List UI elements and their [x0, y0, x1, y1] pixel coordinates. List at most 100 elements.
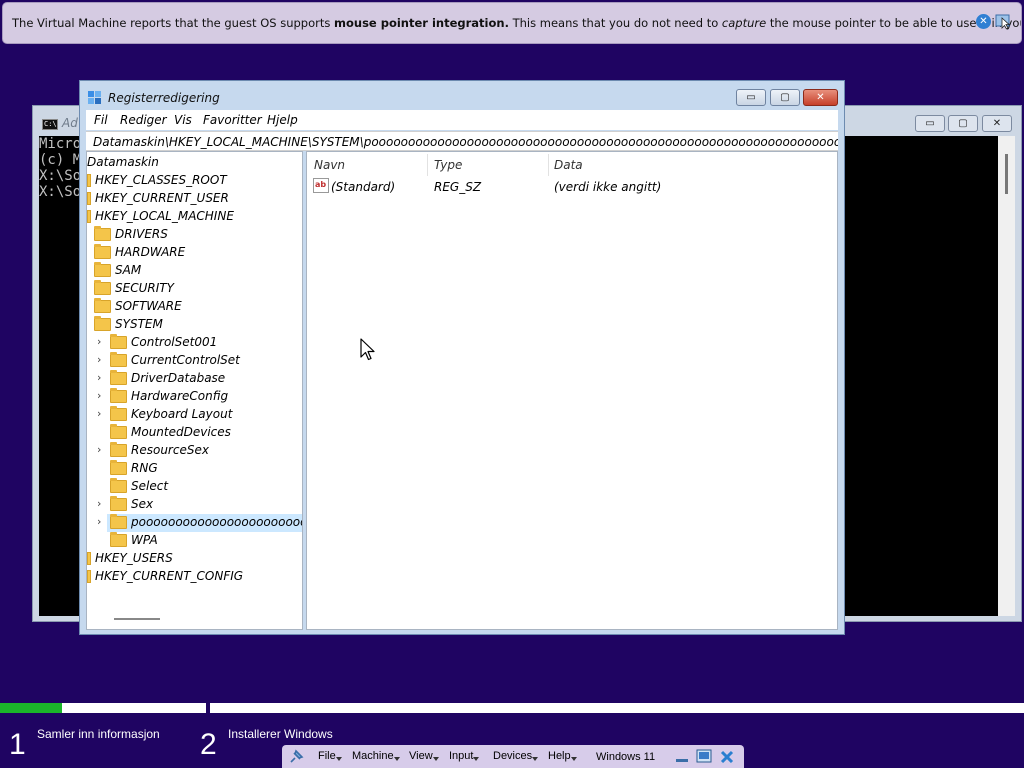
tree-item-hkey-local-machine[interactable]: HKEY_LOCAL_MACHINE	[87, 207, 234, 225]
tree-item-label: SECURITY	[115, 281, 174, 295]
tree-item-label: ResourceSex	[131, 443, 209, 457]
tree-item-software[interactable]: SOFTWARE	[94, 297, 182, 315]
regedit-titlebar[interactable]: Registerredigering ▭ ▢ ✕	[80, 81, 844, 111]
tree-item-keyboard-layout[interactable]: Keyboard Layout	[110, 405, 232, 423]
menu-rediger[interactable]: Rediger	[120, 113, 167, 127]
menu-view[interactable]: View	[409, 750, 439, 762]
registry-editor-window[interactable]: Registerredigering ▭ ▢ ✕ Fil Rediger Vis…	[79, 80, 845, 635]
folder-icon	[110, 351, 127, 367]
regedit-close-button[interactable]: ✕	[803, 89, 838, 106]
tree-item-datamaskin[interactable]: Datamaskin	[87, 153, 159, 171]
cmd-scroll-thumb[interactable]	[1005, 154, 1008, 194]
column-divider[interactable]	[548, 154, 549, 176]
tree-item-hkey-classes-root[interactable]: HKEY_CLASSES_ROOT	[87, 171, 227, 189]
tree-item-label: HKEY_LOCAL_MACHINE	[95, 209, 234, 223]
tree-item-label: Select	[131, 479, 169, 493]
registry-editor-icon	[88, 91, 101, 104]
expand-chevron-icon[interactable]: ›	[97, 335, 107, 348]
tree-item-rng[interactable]: RNG	[110, 459, 158, 477]
tree-item-resourcesex[interactable]: ResourceSex	[110, 441, 209, 459]
setup-progress-bar	[0, 703, 1024, 713]
setup-progress-fill	[0, 703, 62, 713]
tree-item-driverdatabase[interactable]: DriverDatabase	[110, 369, 225, 387]
column-header-type[interactable]: Type	[434, 158, 462, 172]
expand-chevron-icon[interactable]: ›	[97, 497, 107, 510]
close-vm-icon[interactable]	[719, 749, 735, 765]
tree-item-label: WPA	[131, 533, 158, 547]
value-type: REG_SZ	[434, 180, 482, 194]
tree-item-label: SOFTWARE	[115, 299, 182, 313]
cmd-scrollbar[interactable]	[998, 136, 1015, 616]
tree-item-hkey-users[interactable]: HKEY_USERS	[87, 549, 173, 567]
cmd-close-button[interactable]: ✕	[982, 115, 1012, 132]
column-header-data[interactable]: Data	[554, 158, 583, 172]
pin-icon[interactable]	[288, 749, 304, 765]
tree-item-controlset001[interactable]: ControlSet001	[110, 333, 217, 351]
tree-horizontal-scrollbar[interactable]	[114, 618, 160, 620]
tree-item-label: HARDWARE	[115, 245, 186, 259]
folder-icon	[110, 459, 127, 475]
tree-item-label: SAM	[115, 263, 142, 277]
tree-item-wpa[interactable]: WPA	[110, 531, 158, 549]
tree-item-hkey-current-user[interactable]: HKEY_CURRENT_USER	[87, 189, 229, 207]
tree-item-label: pooooooooooooooooooooooooooo	[131, 515, 302, 529]
address-bar[interactable]: Datamaskin\HKEY_LOCAL_MACHINE\SYSTEM\poo…	[86, 131, 838, 151]
tree-item-label: CurrentControlSet	[131, 353, 240, 367]
tree-item-hkey-current-config[interactable]: HKEY_CURRENT_CONFIG	[87, 567, 243, 585]
regedit-maximize-button[interactable]: ▢	[770, 89, 800, 106]
menu-machine[interactable]: Machine	[352, 750, 400, 762]
tree-item-hardwareconfig[interactable]: HardwareConfig	[110, 387, 228, 405]
column-divider[interactable]	[427, 154, 428, 176]
tree-item-security[interactable]: SECURITY	[94, 279, 174, 297]
exit-fullscreen-icon[interactable]	[696, 749, 712, 765]
menu-favoritter[interactable]: Favoritter	[203, 113, 262, 127]
expand-chevron-icon[interactable]: ›	[97, 389, 107, 402]
registry-values-list[interactable]: Navn Type Data ab (Standard) REG_SZ (ver…	[306, 151, 838, 630]
tree-item-hardware[interactable]: HARDWARE	[94, 243, 185, 261]
column-header-navn[interactable]: Navn	[314, 158, 345, 172]
menu-file[interactable]: File	[318, 750, 342, 762]
cmd-minimize-button[interactable]: ▭	[915, 115, 945, 132]
tree-item-currentcontrolset[interactable]: CurrentControlSet	[110, 351, 240, 369]
vm-name-label: Windows 11	[596, 751, 656, 763]
tree-item-label: HKEY_USERS	[95, 551, 173, 565]
menu-input[interactable]: Input	[449, 750, 481, 762]
tree-item-label: Sex	[131, 497, 154, 511]
tree-item-label: HKEY_CURRENT_CONFIG	[95, 569, 244, 583]
value-data: (verdi ikke angitt)	[554, 180, 662, 194]
tree-item-label: HardwareConfig	[131, 389, 229, 403]
menu-fil[interactable]: Fil	[94, 113, 108, 127]
expand-chevron-icon[interactable]: ›	[97, 353, 107, 366]
regedit-minimize-button[interactable]: ▭	[736, 89, 766, 106]
menu-hjelp[interactable]: Hjelp	[267, 113, 298, 127]
tree-item-sam[interactable]: SAM	[94, 261, 141, 279]
mouse-integration-icon[interactable]	[995, 13, 1011, 29]
menu-vis[interactable]: Vis	[174, 113, 192, 127]
tree-item-label: HKEY_CURRENT_USER	[95, 191, 229, 205]
folder-icon	[94, 279, 111, 295]
tree-item-system[interactable]: SYSTEM	[94, 315, 163, 333]
menu-devices[interactable]: Devices	[493, 750, 539, 762]
close-notification-icon[interactable]: ✕	[976, 14, 991, 29]
folder-icon	[87, 569, 91, 583]
tree-item-mounteddevices[interactable]: MountedDevices	[110, 423, 231, 441]
folder-icon	[110, 387, 127, 403]
tree-item-label: ControlSet001	[131, 335, 218, 349]
tree-item-sex[interactable]: Sex	[110, 495, 153, 513]
minimize-vm-icon[interactable]	[674, 749, 690, 765]
expand-chevron-icon[interactable]: ›	[97, 371, 107, 384]
regedit-title: Registerredigering	[108, 91, 220, 105]
value-name: (Standard)	[331, 180, 396, 194]
expand-chevron-icon[interactable]: ›	[97, 443, 107, 456]
expand-chevron-icon[interactable]: ›	[97, 407, 107, 420]
cmd-maximize-button[interactable]: ▢	[948, 115, 978, 132]
folder-icon	[94, 243, 111, 259]
tree-item-selected-key[interactable]: pooooooooooooooooooooooooooo	[110, 513, 302, 531]
registry-tree[interactable]: Datamaskin HKEY_CLASSES_ROOT HKEY_CURREN…	[86, 151, 303, 630]
expand-chevron-icon[interactable]: ›	[97, 515, 107, 528]
menu-help[interactable]: Help	[548, 750, 577, 762]
tree-item-drivers[interactable]: DRIVERS	[94, 225, 168, 243]
folder-icon	[110, 495, 127, 511]
folder-icon	[110, 531, 127, 547]
tree-item-select[interactable]: Select	[110, 477, 168, 495]
